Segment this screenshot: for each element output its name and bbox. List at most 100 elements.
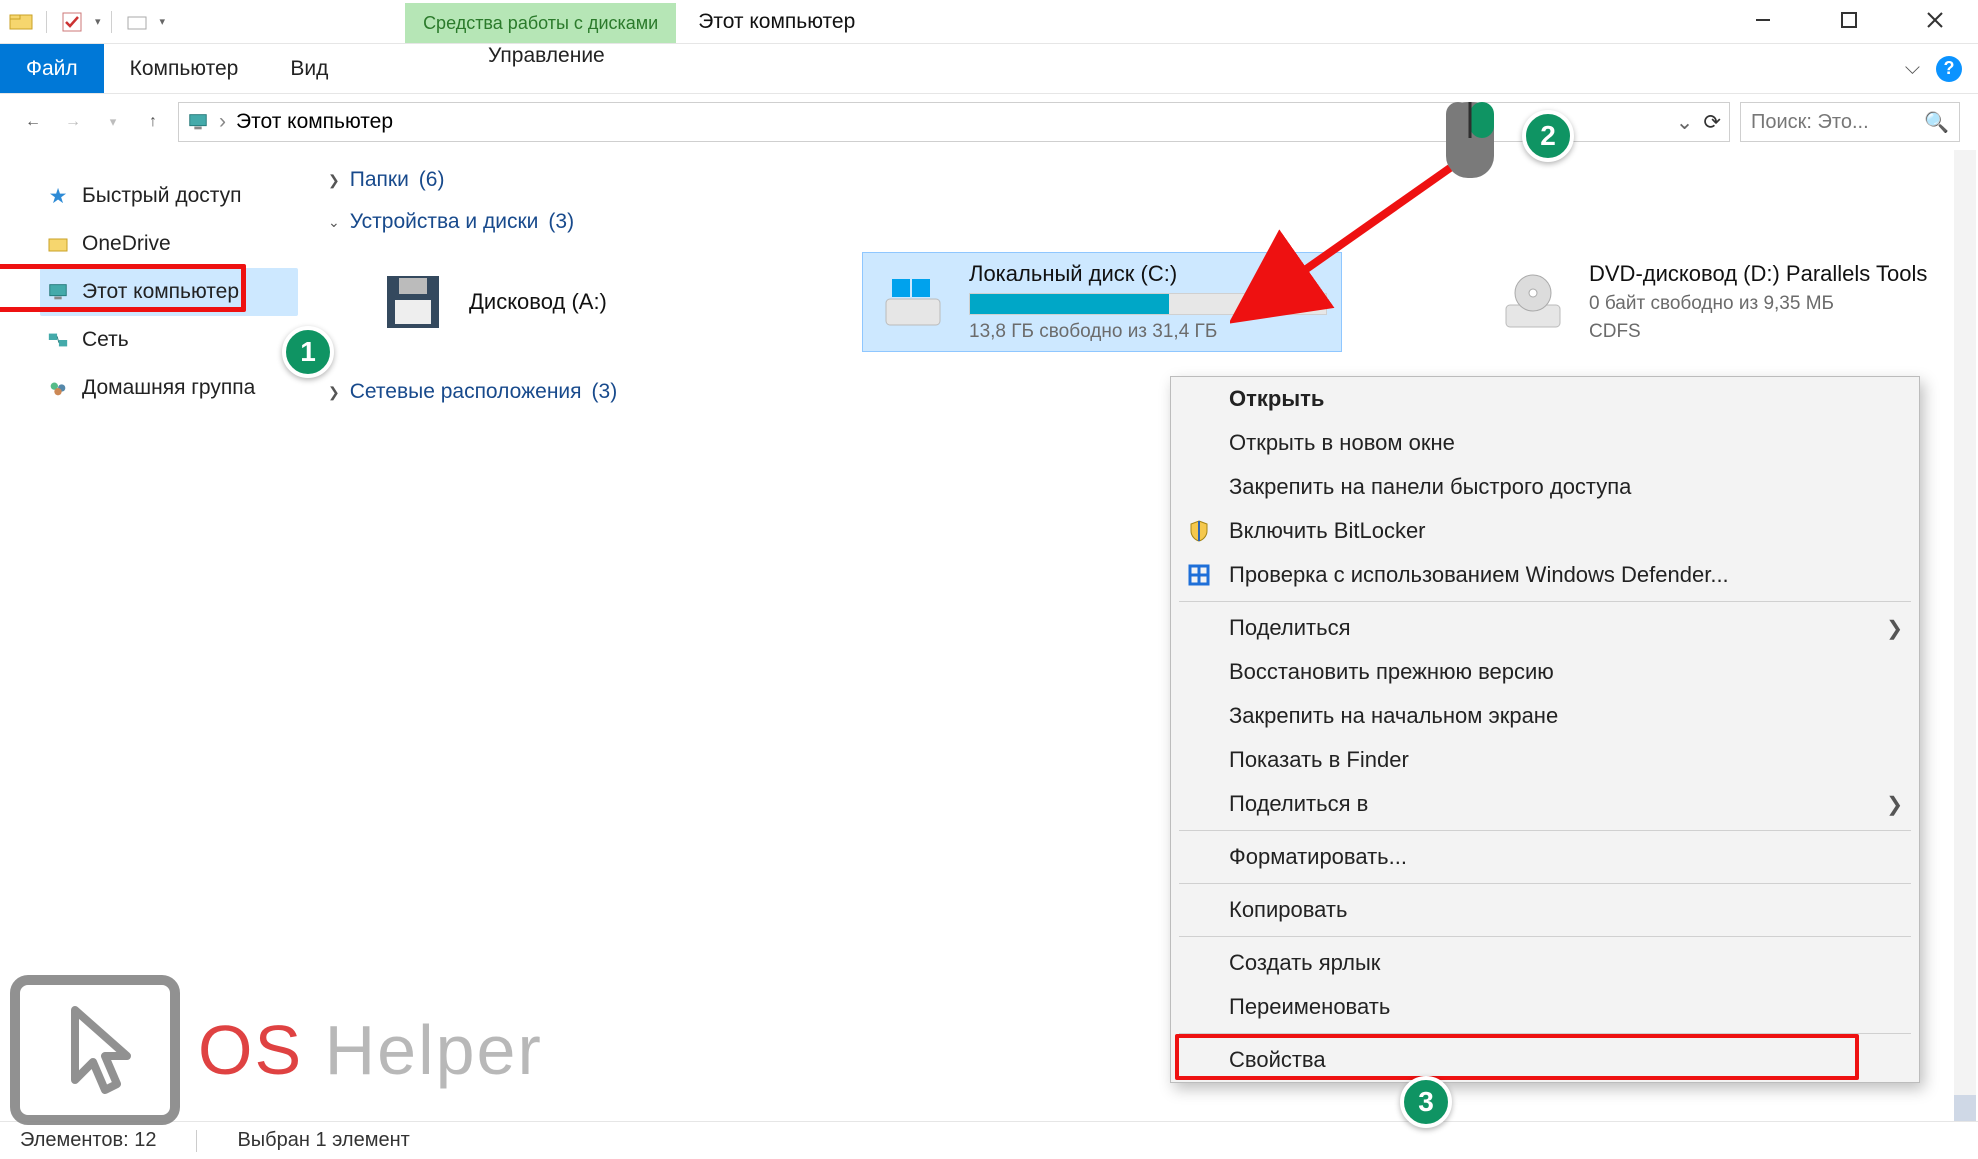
submenu-arrow-icon: ❯ — [1886, 616, 1903, 641]
star-icon: ★ — [46, 184, 70, 208]
context-menu: Открыть Открыть в новом окне Закрепить н… — [1170, 376, 1920, 1083]
status-selected: Выбран 1 элемент — [237, 1129, 409, 1152]
group-label: Устройства и диски — [350, 210, 539, 234]
callout-badge-2: 2 — [1522, 110, 1574, 162]
help-icon[interactable]: ? — [1936, 56, 1962, 82]
drive-subtext: 13,8 ГБ свободно из 31,4 ГБ — [969, 321, 1327, 343]
minimize-button[interactable] — [1720, 0, 1806, 40]
group-count: (3) — [548, 210, 574, 234]
drive-local-c[interactable]: Локальный диск (C:) 13,8 ГБ свободно из … — [862, 252, 1342, 352]
ribbon-bar: Файл Компьютер Вид Управление ⌵ ? — [0, 44, 1978, 94]
maximize-button[interactable] — [1806, 0, 1892, 40]
qat-customize-icon[interactable]: ▾ — [160, 15, 166, 28]
capacity-bar — [969, 293, 1327, 315]
tree-quick-access[interactable]: ★ Быстрый доступ — [40, 172, 298, 220]
tree-onedrive[interactable]: OneDrive — [40, 220, 298, 268]
nav-back-button[interactable]: ← — [18, 107, 48, 137]
explorer-icon[interactable] — [6, 7, 36, 37]
nav-recent-button[interactable]: ▾ — [98, 107, 128, 137]
ctx-restore-previous[interactable]: Восстановить прежнюю версию — [1171, 650, 1919, 694]
status-bar: Элементов: 12 Выбран 1 элемент — [0, 1121, 1978, 1159]
tree-network[interactable]: Сеть — [40, 316, 298, 364]
ctx-show-in-finder[interactable]: Показать в Finder — [1171, 738, 1919, 782]
chevron-right-icon: ❯ — [328, 384, 340, 401]
pc-icon — [187, 111, 209, 133]
tab-computer[interactable]: Компьютер — [104, 44, 265, 93]
ctx-pin-quick-access[interactable]: Закрепить на панели быстрого доступа — [1171, 465, 1919, 509]
contextual-tab-block: Средства работы с дисками — [405, 0, 676, 43]
ctx-bitlocker[interactable]: Включить BitLocker — [1171, 509, 1919, 553]
properties-icon[interactable] — [57, 7, 87, 37]
capacity-bar-fill — [970, 294, 1169, 314]
title-bar: ▾ ▾ Средства работы с дисками Этот компь… — [0, 0, 1978, 44]
search-box[interactable]: Поиск: Это... 🔍 — [1740, 102, 1960, 142]
group-label: Сетевые расположения — [350, 380, 582, 404]
folder-icon — [46, 232, 70, 256]
new-folder-icon[interactable] — [122, 7, 152, 37]
tree-this-pc[interactable]: Этот компьютер — [40, 268, 298, 316]
close-button[interactable] — [1892, 0, 1978, 40]
tree-label: OneDrive — [82, 232, 171, 256]
watermark: OS Helper — [10, 975, 543, 1125]
search-icon: 🔍 — [1924, 110, 1949, 135]
drive-floppy[interactable]: Дисковод (A:) — [362, 252, 722, 352]
drive-subtext: 0 байт свободно из 9,35 МБ — [1589, 293, 1937, 315]
ctx-create-shortcut[interactable]: Создать ярлык — [1171, 941, 1919, 985]
tree-label: Быстрый доступ — [82, 184, 242, 208]
drives-row: Дисковод (A:) Локальный диск (C:) 13,8 Г… — [322, 244, 1958, 360]
ctx-properties[interactable]: Свойства — [1171, 1038, 1919, 1082]
ctx-rename[interactable]: Переименовать — [1171, 985, 1919, 1029]
floppy-icon — [377, 266, 449, 338]
nav-up-button[interactable]: ↑ — [138, 107, 168, 137]
ctx-copy[interactable]: Копировать — [1171, 888, 1919, 932]
mouse-annotation-icon — [1440, 96, 1500, 189]
window-title: Этот компьютер — [698, 0, 855, 43]
ctx-pin-start[interactable]: Закрепить на начальном экране — [1171, 694, 1919, 738]
watermark-text: OS Helper — [198, 1010, 543, 1090]
group-count: (6) — [419, 168, 445, 192]
quick-access-toolbar: ▾ ▾ — [0, 0, 171, 43]
tree-label: Домашняя группа — [82, 376, 255, 400]
navigation-bar: ← → ▾ ↑ › Этот компьютер ⌄ ⟳ Поиск: Это.… — [0, 94, 1978, 150]
drive-title: Дисковод (A:) — [469, 289, 707, 315]
callout-badge-3: 3 — [1400, 1076, 1452, 1128]
ribbon-collapse-icon[interactable]: ⌵ — [1905, 57, 1920, 80]
tree-label: Сеть — [82, 328, 129, 352]
vertical-scrollbar[interactable] — [1954, 150, 1976, 1121]
watermark-cursor-frame — [10, 975, 180, 1125]
tab-file[interactable]: Файл — [0, 44, 104, 93]
ctx-open[interactable]: Открыть — [1171, 377, 1919, 421]
chevron-right-icon: ❯ — [328, 172, 340, 189]
nav-forward-button[interactable]: → — [58, 107, 88, 137]
ctx-open-new-window[interactable]: Открыть в новом окне — [1171, 421, 1919, 465]
homegroup-icon — [46, 376, 70, 400]
ctx-defender[interactable]: Проверка с использованием Windows Defend… — [1171, 553, 1919, 597]
ctx-share[interactable]: Поделиться❯ — [1171, 606, 1919, 650]
status-item-count: Элементов: 12 — [20, 1129, 156, 1152]
chevron-down-icon: ⌄ — [328, 214, 340, 231]
contextual-tab-label: Средства работы с дисками — [405, 3, 676, 43]
drive-fs: CDFS — [1589, 321, 1937, 343]
ctx-format[interactable]: Форматировать... — [1171, 835, 1919, 879]
group-label: Папки — [350, 168, 409, 192]
qat-dropdown-icon[interactable]: ▾ — [95, 15, 101, 28]
window-controls — [1720, 0, 1978, 43]
refresh-icon[interactable]: ⟳ — [1703, 110, 1721, 135]
tree-label: Этот компьютер — [82, 280, 239, 304]
disc-icon — [1497, 266, 1569, 338]
address-text: Этот компьютер — [236, 110, 393, 134]
submenu-arrow-icon: ❯ — [1886, 792, 1903, 817]
group-devices[interactable]: ⌄ Устройства и диски (3) — [322, 202, 1958, 244]
ctx-share-in[interactable]: Поделиться в❯ — [1171, 782, 1919, 826]
group-count: (3) — [592, 380, 618, 404]
shield-icon — [1185, 517, 1213, 545]
tree-homegroup[interactable]: Домашняя группа — [40, 364, 298, 412]
tab-manage[interactable]: Управление — [462, 44, 631, 68]
drive-title: DVD-дисковод (D:) Parallels Tools — [1589, 261, 1937, 287]
tab-view[interactable]: Вид — [264, 44, 354, 93]
search-placeholder: Поиск: Это... — [1751, 111, 1869, 134]
group-folders[interactable]: ❯ Папки (6) — [322, 160, 1958, 202]
drive-dvd[interactable]: DVD-дисковод (D:) Parallels Tools 0 байт… — [1482, 252, 1952, 352]
pc-icon — [46, 280, 70, 304]
address-dropdown-icon[interactable]: ⌄ — [1676, 110, 1694, 135]
